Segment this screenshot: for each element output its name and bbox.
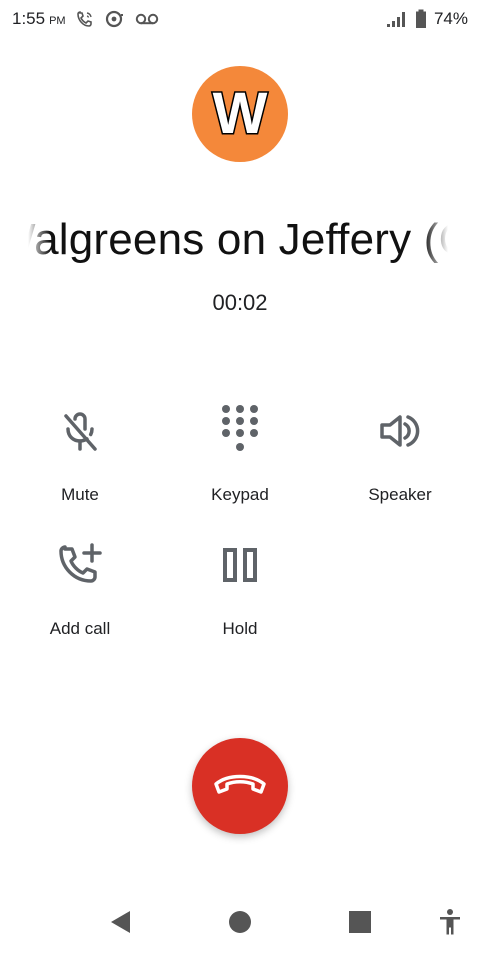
status-bar: 1:55 PM 74% — [0, 0, 480, 38]
keypad-label: Keypad — [211, 485, 269, 504]
signal-icon — [386, 8, 408, 30]
battery-icon — [414, 8, 428, 30]
navigation-bar — [0, 896, 480, 952]
accessibility-icon — [438, 908, 462, 941]
hold-button[interactable]: Hold — [160, 537, 320, 639]
call-timer: 00:02 — [212, 290, 268, 315]
clock-ampm: PM — [49, 15, 66, 27]
contact-name: Walgreens on Jeffery (C — [28, 215, 448, 265]
speaker-button[interactable]: Speaker — [320, 403, 480, 505]
recents-icon — [348, 910, 372, 939]
end-call-button[interactable] — [192, 738, 288, 834]
pause-icon — [212, 537, 268, 593]
dialpad-icon — [212, 403, 268, 459]
wifi-calling-icon — [74, 8, 96, 30]
contact-name-text: Walgreens on Jeffery (C — [28, 215, 448, 264]
back-icon — [108, 909, 132, 940]
speaker-icon — [372, 403, 428, 459]
add-call-icon — [52, 537, 108, 593]
add-call-button[interactable]: Add call — [0, 537, 160, 639]
contact-avatar: W — [192, 66, 288, 162]
status-bar-right: 74% — [386, 8, 468, 30]
status-bar-left: 1:55 PM — [12, 8, 160, 30]
battery-percent: 74% — [433, 9, 468, 28]
accessibility-button[interactable] — [430, 896, 470, 952]
avatar-letter: W — [211, 81, 269, 146]
hold-label: Hold — [222, 619, 258, 638]
home-button[interactable] — [220, 896, 260, 952]
hang-up-icon — [212, 770, 268, 803]
clock: 1:55 — [12, 9, 46, 28]
keypad-button[interactable]: Keypad — [160, 403, 320, 505]
voicemail-icon — [134, 8, 160, 30]
contact-name-container: Walgreens on Jeffery (C — [0, 215, 480, 275]
speaker-label: Speaker — [368, 485, 432, 504]
mute-button[interactable]: Mute — [0, 403, 160, 505]
mic-off-icon — [52, 403, 108, 459]
status-time: 1:55 PM — [12, 9, 66, 29]
sync-icon — [104, 8, 126, 30]
mute-label: Mute — [61, 485, 99, 504]
back-button[interactable] — [100, 896, 140, 952]
add-call-label: Add call — [49, 619, 111, 638]
recents-button[interactable] — [340, 896, 380, 952]
home-icon — [228, 910, 252, 939]
